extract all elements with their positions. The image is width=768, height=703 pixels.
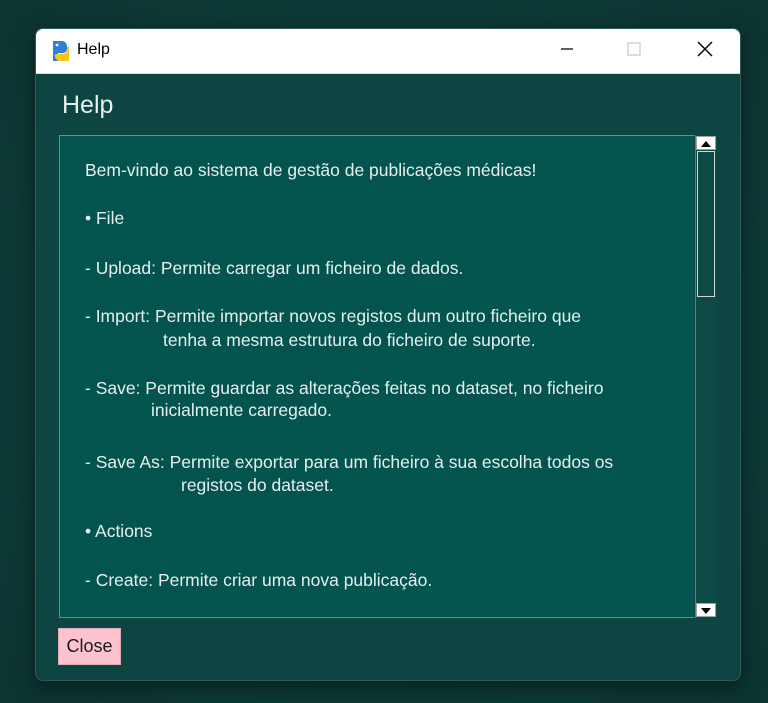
help-line-save-as: - Save As: Permite exportar para um fich… <box>85 452 614 472</box>
close-icon <box>697 41 713 62</box>
help-line-file-section: • File <box>85 208 125 228</box>
python-logo-icon <box>50 39 72 63</box>
help-text-area[interactable]: Bem-vindo ao sistema de gestão de public… <box>59 135 718 618</box>
scroll-up-button[interactable] <box>696 136 716 150</box>
maximize-button[interactable] <box>611 29 657 73</box>
minimize-button[interactable] <box>544 29 590 73</box>
help-line-import-cont: tenha a mesma estrutura do ficheiro de s… <box>163 330 536 350</box>
dialog-heading: Help <box>62 91 114 119</box>
help-window: Help Help Bem-vindo ao sistema de gestão… <box>35 28 741 681</box>
maximize-icon <box>627 42 641 61</box>
title-bar[interactable]: Help <box>36 29 740 74</box>
scrollbar-thumb[interactable] <box>697 151 715 297</box>
help-line-save-as-cont: registos do dataset. <box>181 475 334 495</box>
help-line-save-cont: inicialmente carregado. <box>151 400 332 420</box>
help-line-import: - Import: Permite importar novos registo… <box>85 306 582 326</box>
arrow-down-icon <box>701 601 711 619</box>
close-window-button[interactable] <box>682 29 728 73</box>
scroll-down-button[interactable] <box>696 603 716 617</box>
close-button[interactable]: Close <box>58 628 121 665</box>
vertical-scrollbar[interactable] <box>694 135 718 618</box>
arrow-up-icon <box>701 134 711 152</box>
help-line-welcome: Bem-vindo ao sistema de gestão de public… <box>85 160 537 180</box>
minimize-icon <box>560 42 574 61</box>
help-line-save: - Save: Permite guardar as alterações fe… <box>85 378 604 398</box>
help-line-actions-section: • Actions <box>85 521 153 541</box>
help-line-upload: - Upload: Permite carregar um ficheiro d… <box>85 258 464 278</box>
help-line-create: - Create: Permite criar uma nova publica… <box>85 570 433 590</box>
window-title: Help <box>77 41 110 58</box>
